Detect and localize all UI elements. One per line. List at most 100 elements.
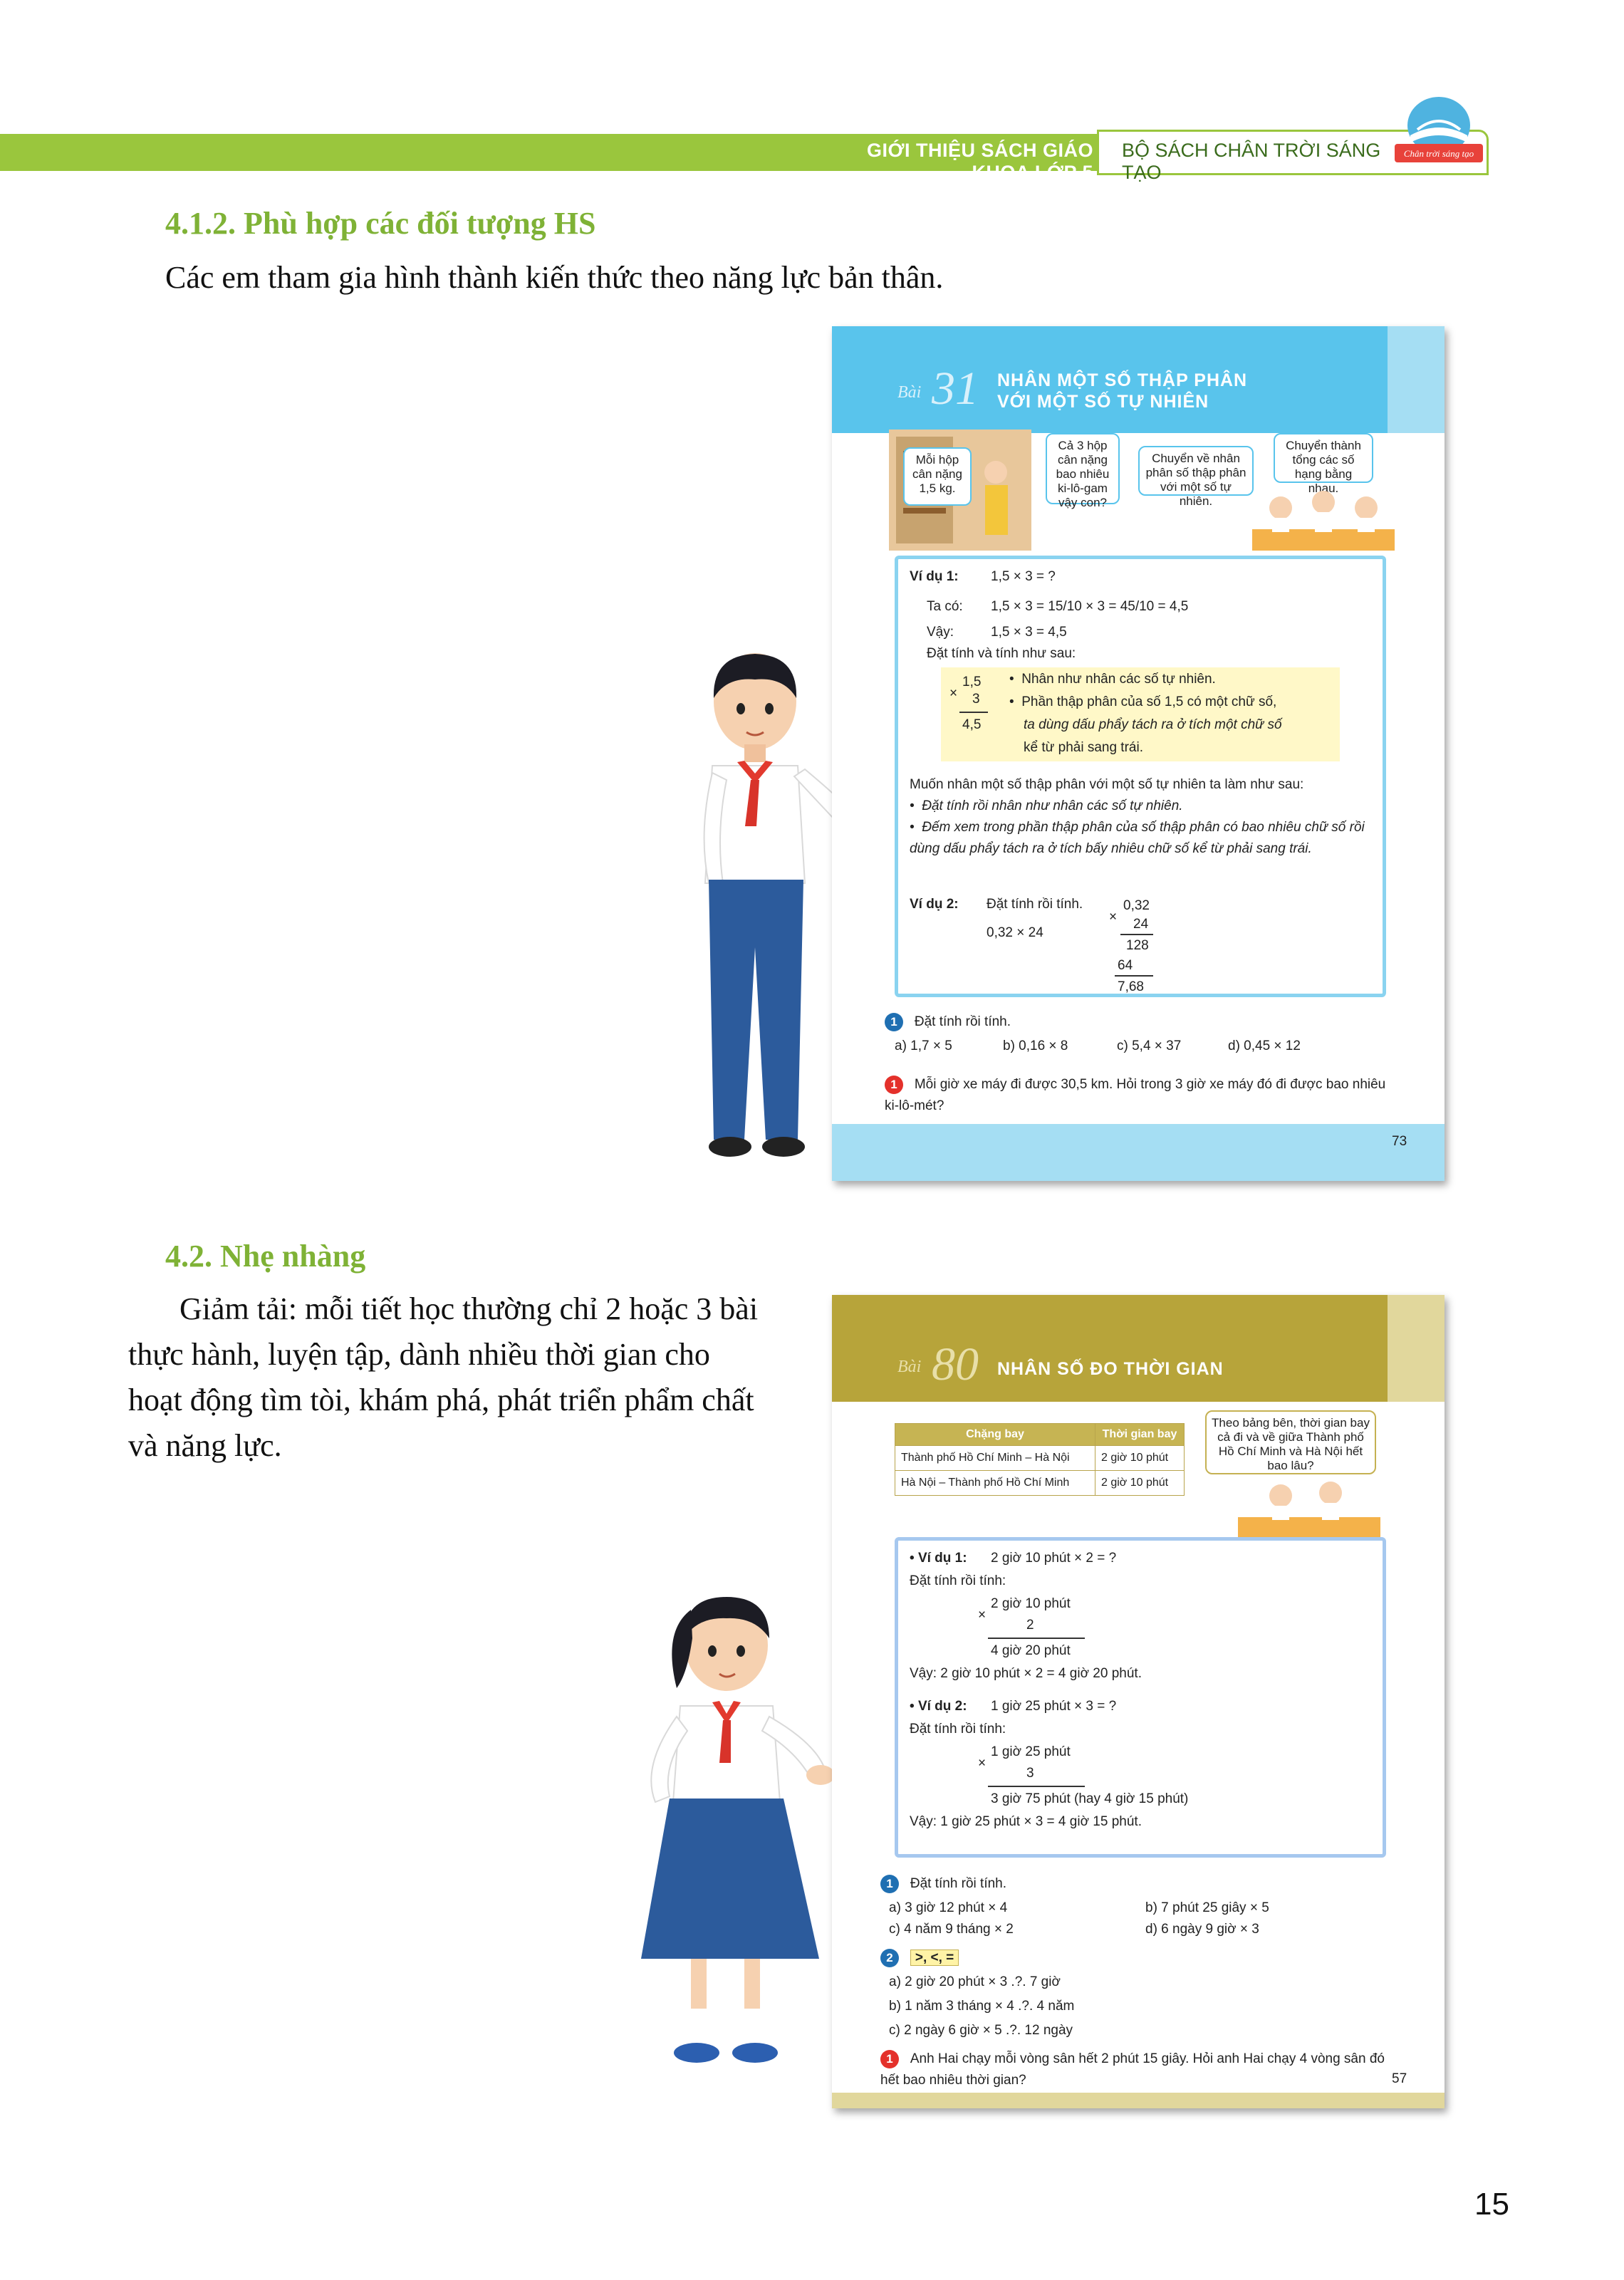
tb1-task1-d: d) 0,45 × 12: [1228, 1039, 1301, 1053]
tb1-task1-b: b) 0,16 × 8: [1003, 1039, 1068, 1053]
tb2-footer: [832, 2093, 1445, 2108]
tb1-students-illustration: [1252, 486, 1395, 551]
tb2-task1-b: b) 7 phút 25 giây × 5: [1145, 1900, 1269, 1915]
tb2-ex1-b: 2: [1026, 1618, 1034, 1633]
tb2-task1: 1 Đặt tính rồi tính.: [880, 1873, 1006, 1895]
section2-line1: Giảm tải: mỗi tiết học thường chỉ 2 hoặc…: [179, 1291, 759, 1326]
tb1-ex1-question: 1,5 × 3 = ?: [991, 569, 1056, 584]
section2-line2: thực hành, luyện tập, dành nhiều thời gi…: [128, 1337, 710, 1372]
tb1-ex1-vay: 1,5 × 3 = 4,5: [991, 625, 1067, 640]
tb2-bai-word: Bài: [897, 1358, 922, 1376]
tb2-table-header-row: Chặng bay Thời gian bay: [895, 1423, 1185, 1446]
tb2-page-number: 57: [1392, 2071, 1407, 2086]
tb2-bai-number: 80: [932, 1338, 979, 1390]
tb1-ex2-label: Ví dụ 2:: [910, 897, 959, 912]
logo-text: Chân trời sáng tạo: [1404, 148, 1474, 159]
tb2-bubble: Theo bảng bên, thời gian bay cả đi và về…: [1205, 1410, 1376, 1474]
tb1-ex2-c4: 64: [1118, 958, 1133, 973]
tb1-ex2-c5: 7,68: [1118, 979, 1144, 994]
tb1-page-number: 73: [1392, 1134, 1407, 1149]
tb1-bubble-1: Mỗi hộp cân nặng 1,5 kg.: [903, 447, 972, 506]
tb2-task1-d: d) 6 ngày 9 giờ × 3: [1145, 1922, 1259, 1937]
tb1-calc-b: 3: [972, 692, 980, 707]
tb1-title-line2: VỚI MỘT SỐ TỰ NHIÊN: [997, 392, 1209, 412]
section1-title: 4.1.2. Phù hợp các đối tượng HS: [165, 206, 596, 241]
tb1-ex2-times: ×: [1109, 910, 1118, 925]
tb1-bubble-2: Cả 3 hộp cân nặng bao nhiêu ki-lô-gam vậ…: [1046, 433, 1120, 509]
tb2-ex2-label: • Ví dụ 2:: [910, 1699, 967, 1714]
header-right-label: BỘ SÁCH CHÂN TRỜI SÁNG TẠO: [1122, 140, 1381, 183]
tb2-ex1-dt: Đặt tính rồi tính:: [910, 1573, 1006, 1588]
tb1-ex1-vay-label: Vậy:: [927, 625, 954, 640]
tb2-cell: Hà Nội – Thành phố Hồ Chí Minh: [895, 1470, 1095, 1496]
tb1-bubble-3: Chuyển về nhân phân số thập phân với một…: [1138, 446, 1254, 508]
tb2-flight-table: Chặng bay Thời gian bay Thành phố Hồ Chí…: [895, 1423, 1185, 1496]
tb1-ex2-text: Đặt tính rồi tính.: [987, 897, 1083, 912]
tb1-task2-badge: 1: [885, 1076, 903, 1094]
tb2-ex1-vay: Vậy: 2 giờ 10 phút × 2 = 4 giờ 20 phút.: [910, 1666, 1142, 1681]
tb2-ex1-label: • Ví dụ 1:: [910, 1551, 967, 1566]
tb2-ex1-result: 4 giờ 20 phút: [991, 1643, 1071, 1658]
tb1-task1: 1 Đặt tính rồi tính.: [885, 1011, 1011, 1033]
tb1-ex2-c2: 24: [1133, 917, 1149, 932]
table-row: Thành phố Hồ Chí Minh – Hà Nội 2 giờ 10 …: [895, 1445, 1185, 1471]
tb2-cell: Thành phố Hồ Chí Minh – Hà Nội: [895, 1445, 1095, 1471]
tb2-task2-label: >, <, =: [910, 1950, 959, 1966]
tb1-task1-badge: 1: [885, 1013, 903, 1031]
tb1-bai-word: Bài: [897, 383, 922, 402]
tb1-ex2-expr: 0,32 × 24: [987, 925, 1043, 940]
tb2-header: [832, 1295, 1445, 1402]
tb1-bai-number: 31: [932, 363, 979, 415]
tb1-title-line1: NHÂN MỘT SỐ THẬP PHÂN: [997, 370, 1248, 390]
tb2-ex2-vay: Vậy: 1 giờ 25 phút × 3 = 4 giờ 15 phút.: [910, 1814, 1142, 1829]
tb2-task3-badge: 1: [880, 2050, 899, 2068]
tb1-bubble-4: Chuyển thành tổng các số hạng bằng nhau.: [1274, 433, 1373, 495]
tb2-th-route: Chặng bay: [895, 1423, 1095, 1446]
tb1-rule-2: • Đếm xem trong phần thập phân của số th…: [910, 820, 1365, 856]
tb1-tip-3: ta dùng dấu phẩy tách ra ở tích một chữ …: [1024, 717, 1282, 732]
tb1-tip-2: • Phần thập phân của số 1,5 có một chữ s…: [1009, 694, 1277, 709]
tb2-ex1-line: [988, 1638, 1085, 1639]
header-left-label: GIỚI THIỆU SÁCH GIÁO KHOA LỚP 5: [866, 140, 1093, 183]
tb1-calc-line: [959, 712, 988, 713]
tb1-calc-result: 4,5: [962, 717, 982, 732]
section2-line4: và năng lực.: [128, 1428, 282, 1463]
section1-text: Các em tham gia hình thành kiến thức the…: [165, 260, 944, 295]
tb2-ex2-dt: Đặt tính rồi tính:: [910, 1722, 1006, 1737]
tb1-ex1-line: 1,5 × 3 = 15/10 × 3 = 45/10 = 4,5: [991, 599, 1189, 614]
page-number: 15: [1474, 2187, 1509, 2222]
tb2-task2-badge: 2: [880, 1949, 899, 1967]
tb1-footer: [832, 1124, 1445, 1181]
tb2-task2: 2 >, <, =: [880, 1947, 959, 1969]
section2-line3: hoạt động tìm tòi, khám phá, phát triển …: [128, 1383, 754, 1417]
tb1-tip-1: • Nhân như nhân các số tự nhiên.: [1009, 672, 1216, 687]
tb2-ex2-times: ×: [978, 1756, 987, 1771]
tb2-title: NHÂN SỐ ĐO THỜI GIAN: [997, 1359, 1224, 1379]
tb1-rule-intro: Muốn nhân một số thập phân với một số tự…: [910, 777, 1304, 792]
tb2-task2-b: b) 1 năm 3 tháng × 4 .?. 4 năm: [889, 1999, 1075, 2014]
girl-illustration: [613, 1588, 869, 2087]
section2-title: 4.2. Nhẹ nhàng: [165, 1239, 366, 1274]
tb2-ex1-a: 2 giờ 10 phút: [991, 1596, 1071, 1611]
tb1-calc-box: 1,5 × 3 4,5 • Nhân như nhân các số tự nh…: [941, 667, 1340, 761]
tb2-students-illustration: [1238, 1474, 1380, 1539]
textbook-page-1: Bài 31 NHÂN MỘT SỐ THẬP PHÂN VỚI MỘT SỐ …: [832, 326, 1445, 1181]
tb2-task1-badge: 1: [880, 1875, 899, 1893]
tb1-task1-a: a) 1,7 × 5: [895, 1039, 952, 1053]
tb1-ex1-label: Ví dụ 1:: [910, 569, 959, 584]
tb1-ex1-taco: Ta có:: [927, 599, 963, 614]
tb1-header-stripe: [1388, 326, 1445, 433]
tb2-task2-c: c) 2 ngày 6 giờ × 5 .?. 12 ngày: [889, 2023, 1073, 2038]
tb2-task1-a: a) 3 giờ 12 phút × 4: [889, 1900, 1008, 1915]
tb2-ex2-result: 3 giờ 75 phút (hay 4 giờ 15 phút): [991, 1791, 1189, 1806]
tb2-ex2-line: [988, 1786, 1085, 1787]
tb2-ex1-times: ×: [978, 1608, 987, 1623]
tb1-calc-times: ×: [949, 686, 958, 701]
tb2-ex2-question: 1 giờ 25 phút × 3 = ?: [991, 1699, 1117, 1714]
table-row: Hà Nội – Thành phố Hồ Chí Minh 2 giờ 10 …: [895, 1470, 1185, 1496]
tb2-ex1-question: 2 giờ 10 phút × 2 = ?: [991, 1551, 1117, 1566]
publisher-logo: Chân trời sáng tạo: [1389, 91, 1489, 170]
tb2-task3: 1 Anh Hai chạy mỗi vòng sân hết 2 phút 1…: [880, 2050, 1385, 2088]
tb2-ex2-b: 3: [1026, 1766, 1034, 1781]
tb2-ex2-a: 1 giờ 25 phút: [991, 1744, 1071, 1759]
